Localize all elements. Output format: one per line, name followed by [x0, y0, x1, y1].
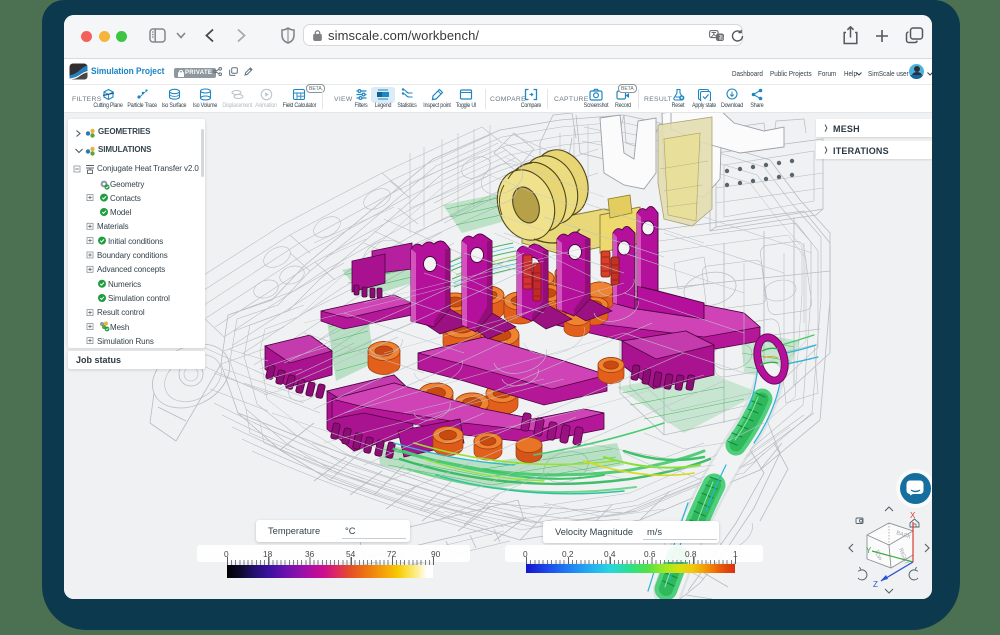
svg-text:X: X	[910, 511, 916, 520]
svg-text:Z: Z	[873, 580, 878, 589]
svg-text:Y: Y	[866, 546, 872, 555]
svg-text:あ: あ	[718, 34, 724, 41]
